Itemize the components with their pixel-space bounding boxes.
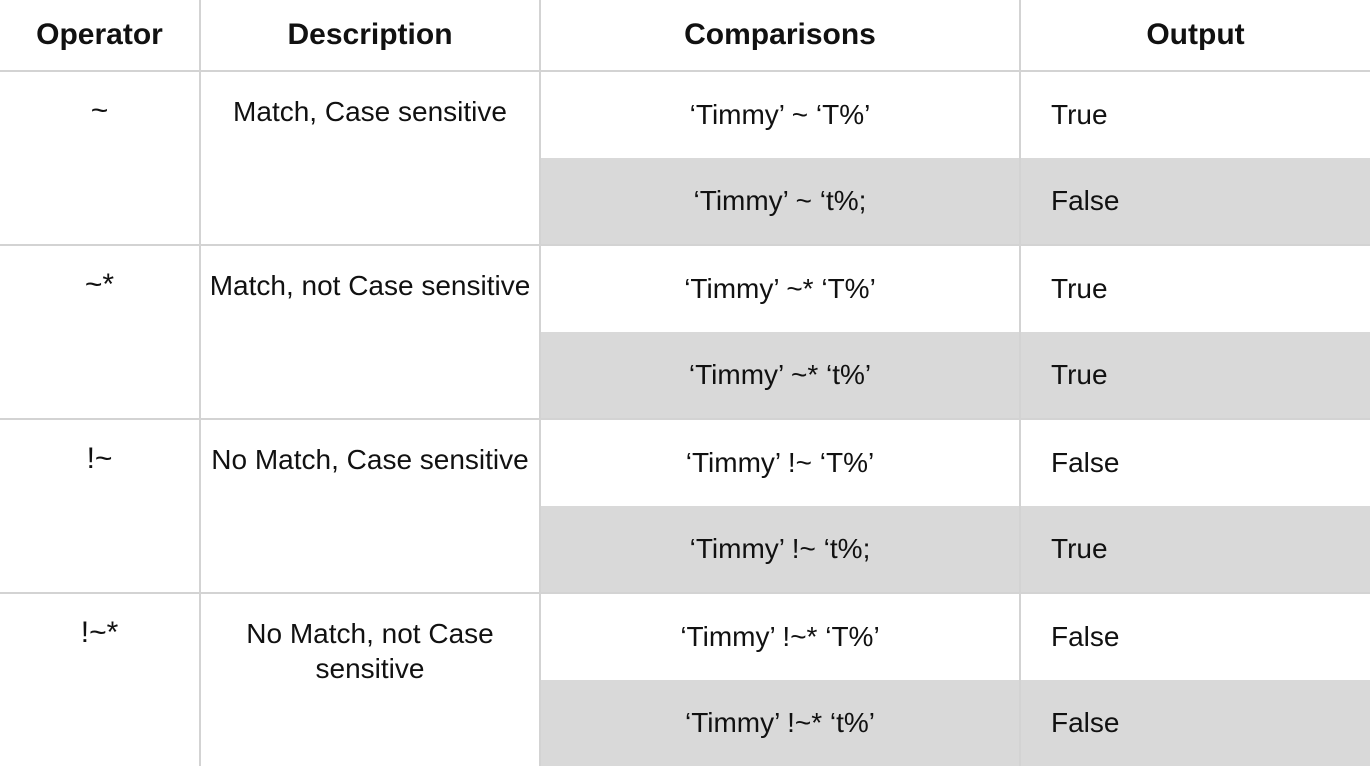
comparison-value: ‘Timmy’ !~* ‘t%’ [541, 680, 1019, 766]
cell-comparisons: ‘Timmy’ !~ ‘T%’ ‘Timmy’ !~ ‘t%; [540, 419, 1020, 593]
header-output: Output [1020, 0, 1370, 71]
cell-operator: ~ [0, 71, 200, 245]
comparison-value: ‘Timmy’ !~ ‘t%; [541, 506, 1019, 592]
output-value: False [1021, 594, 1370, 680]
comparison-value: ‘Timmy’ ~ ‘t%; [541, 158, 1019, 244]
cell-output: True True [1020, 245, 1370, 419]
cell-comparisons: ‘Timmy’ ~ ‘T%’ ‘Timmy’ ~ ‘t%; [540, 71, 1020, 245]
cell-description: Match, not Case sensitive [200, 245, 540, 419]
comparison-value: ‘Timmy’ ~* ‘T%’ [541, 246, 1019, 332]
cell-comparisons: ‘Timmy’ !~* ‘T%’ ‘Timmy’ !~* ‘t%’ [540, 593, 1020, 766]
table-row: !~* No Match, not Case sensitive ‘Timmy’… [0, 593, 1370, 766]
table-row: !~ No Match, Case sensitive ‘Timmy’ !~ ‘… [0, 419, 1370, 593]
table-row: ~ Match, Case sensitive ‘Timmy’ ~ ‘T%’ ‘… [0, 71, 1370, 245]
header-operator: Operator [0, 0, 200, 71]
cell-output: True False [1020, 71, 1370, 245]
table-row: ~* Match, not Case sensitive ‘Timmy’ ~* … [0, 245, 1370, 419]
comparison-value: ‘Timmy’ !~ ‘T%’ [541, 420, 1019, 506]
comparison-value: ‘Timmy’ ~* ‘t%’ [541, 332, 1019, 418]
comparison-value: ‘Timmy’ ~ ‘T%’ [541, 72, 1019, 158]
cell-operator: !~ [0, 419, 200, 593]
table-header-row: Operator Description Comparisons Output [0, 0, 1370, 71]
cell-comparisons: ‘Timmy’ ~* ‘T%’ ‘Timmy’ ~* ‘t%’ [540, 245, 1020, 419]
output-value: True [1021, 72, 1370, 158]
output-value: False [1021, 158, 1370, 244]
cell-description: No Match, Case sensitive [200, 419, 540, 593]
output-value: True [1021, 506, 1370, 592]
cell-output: False True [1020, 419, 1370, 593]
header-description: Description [200, 0, 540, 71]
header-comparisons: Comparisons [540, 0, 1020, 71]
output-value: True [1021, 332, 1370, 418]
comparison-value: ‘Timmy’ !~* ‘T%’ [541, 594, 1019, 680]
operators-table: Operator Description Comparisons Output … [0, 0, 1370, 766]
output-value: False [1021, 680, 1370, 766]
cell-description: Match, Case sensitive [200, 71, 540, 245]
cell-description: No Match, not Case sensitive [200, 593, 540, 766]
cell-operator: !~* [0, 593, 200, 766]
output-value: True [1021, 246, 1370, 332]
cell-output: False False [1020, 593, 1370, 766]
cell-operator: ~* [0, 245, 200, 419]
output-value: False [1021, 420, 1370, 506]
